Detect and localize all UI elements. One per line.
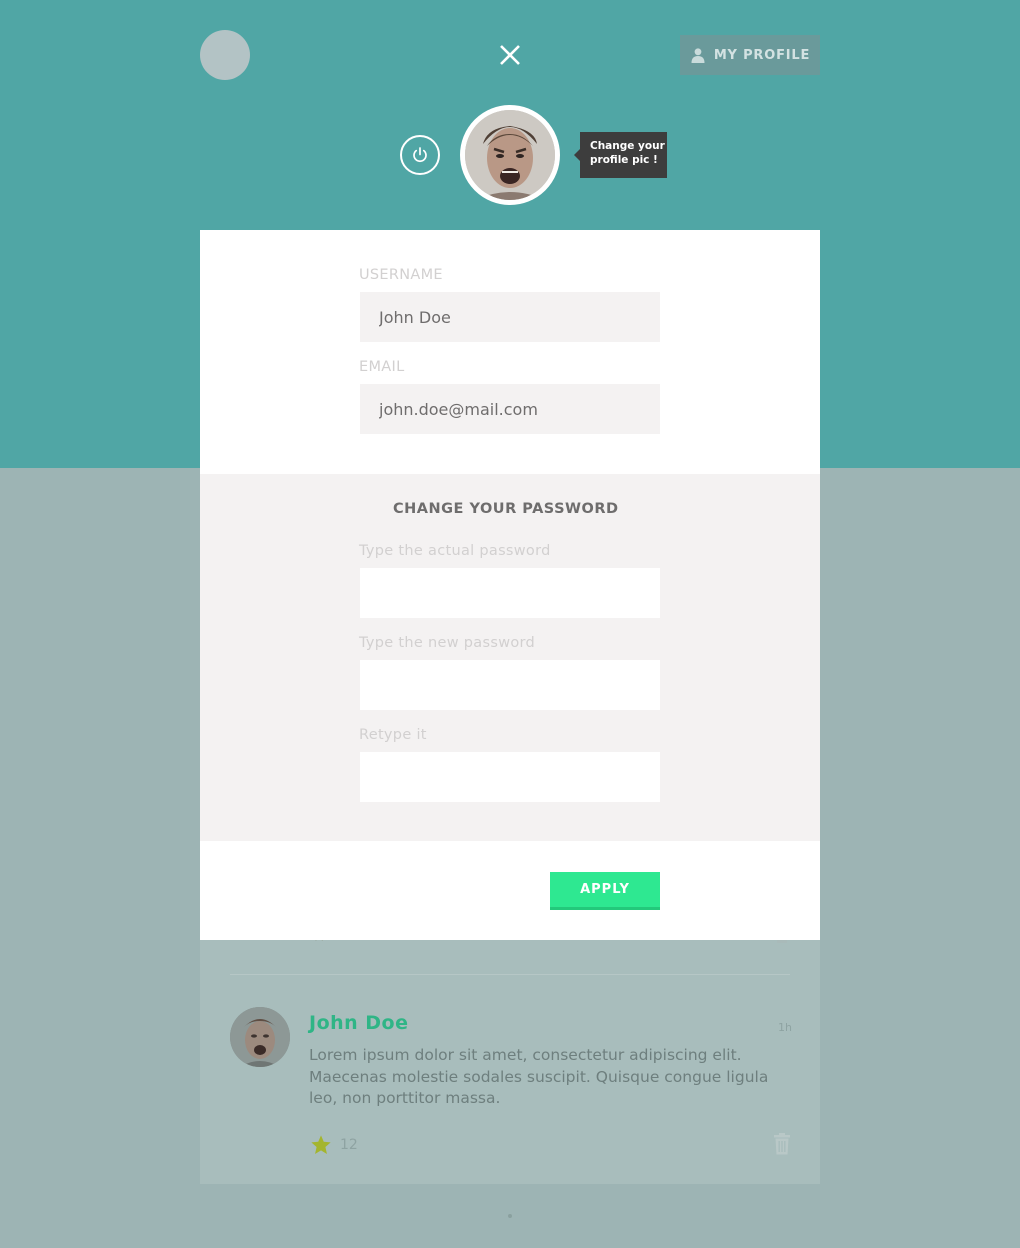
logout-button[interactable] — [400, 135, 440, 175]
page-indicator-dot[interactable] — [508, 1214, 512, 1218]
retype-password-input[interactable] — [360, 752, 660, 802]
feed-post-author[interactable]: John Doe — [309, 1012, 409, 1034]
profile-modal: USERNAME EMAIL CHANGE YOUR PASSWORD Type… — [200, 230, 820, 940]
trash-icon[interactable] — [773, 1133, 791, 1155]
current-password-label: Type the actual password — [359, 543, 551, 559]
new-password-input[interactable] — [360, 660, 660, 710]
email-label: EMAIL — [359, 359, 405, 375]
tooltip-line-2: profile pic ! — [590, 153, 658, 166]
avatar[interactable] — [200, 30, 250, 80]
feed-post-text: Lorem ipsum dolor sit amet, consectetur … — [309, 1046, 769, 1107]
username-input[interactable] — [360, 292, 660, 342]
feed-post-like-count: 12 — [340, 1137, 358, 1153]
power-icon — [413, 147, 427, 163]
my-profile-label: MY PROFILE — [713, 47, 811, 63]
retype-password-label: Retype it — [359, 727, 427, 743]
new-password-label: Type the new password — [359, 635, 536, 651]
password-section-title: CHANGE YOUR PASSWORD — [393, 501, 619, 517]
feed-post-avatar[interactable] — [230, 1007, 290, 1067]
profile-face-image — [465, 110, 555, 200]
close-icon[interactable] — [496, 41, 524, 69]
avatar-face-image — [230, 1007, 290, 1067]
tooltip-line-1: Change your — [590, 140, 665, 152]
profile-picture[interactable] — [460, 105, 560, 205]
my-profile-button[interactable]: MY PROFILE — [680, 35, 820, 75]
apply-button[interactable]: APPLY — [550, 872, 660, 910]
email-input[interactable] — [360, 384, 660, 434]
current-password-input[interactable] — [360, 568, 660, 618]
feed-post-time: 1h — [778, 1021, 792, 1034]
feed-divider — [230, 974, 790, 975]
username-label: USERNAME — [359, 267, 443, 283]
user-icon — [691, 48, 705, 63]
star-icon[interactable] — [310, 1134, 332, 1156]
change-pic-tooltip: Change your profile pic ! — [574, 132, 667, 178]
